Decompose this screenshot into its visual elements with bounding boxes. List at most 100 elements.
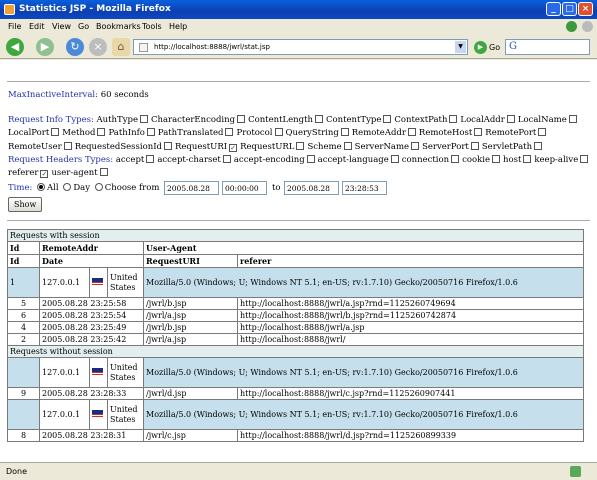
checkbox-remoteaddr[interactable]	[407, 128, 416, 136]
request-date-cell: 2005.08.28 23:25:54	[39, 309, 144, 322]
window-title: Statistics JSP - Mozilla Firefox	[19, 4, 171, 14]
checkbox-accept[interactable]	[146, 155, 155, 163]
checkbox-accept-charset[interactable]	[222, 155, 231, 163]
th-agent-cell: User-Agent	[143, 241, 584, 255]
checkbox-localname[interactable]	[568, 115, 577, 123]
radio-day[interactable]	[63, 183, 72, 191]
checkbox-cookie[interactable]	[492, 155, 500, 163]
menu-view[interactable]: View	[52, 22, 71, 31]
show-button[interactable]: Show	[8, 197, 43, 212]
checkbox-contentlength[interactable]	[315, 115, 323, 123]
checkbox-requesturl[interactable]	[296, 142, 305, 150]
section-without-session-label: Requests without session	[10, 347, 113, 356]
checkbox-label-remotehost: RemoteHost	[418, 128, 473, 138]
checkbox-label-connection: connection	[401, 155, 450, 165]
remote-addr: 127.0.0.1	[42, 410, 81, 419]
checkbox-contenttype[interactable]	[383, 115, 392, 123]
request-id: 5	[20, 299, 27, 308]
header-row-1: Id RemoteAddr User-Agent	[7, 241, 584, 255]
from-date-input[interactable]: 2005.08.28	[164, 181, 219, 195]
checkbox-serverport[interactable]	[470, 142, 479, 150]
add-icon[interactable]	[566, 21, 577, 32]
checkbox-servletpath[interactable]	[534, 142, 543, 150]
to-date-input[interactable]: 2005.08.28	[284, 181, 339, 195]
referer-link: http://localhost:8888/jwrl/a.jsp	[240, 323, 365, 332]
menu-go[interactable]: Go	[78, 22, 89, 31]
menu-tools[interactable]: Tools	[142, 22, 162, 31]
checkbox-authtype[interactable]	[139, 115, 148, 123]
go-button[interactable]: Go	[489, 43, 500, 52]
referer-cell: http://localhost:8888/jwrl/b.jsp?rnd=112…	[237, 309, 584, 322]
checkbox-connection[interactable]	[451, 155, 460, 163]
checkbox-protocol[interactable]	[274, 128, 283, 136]
checkbox-localaddr[interactable]	[506, 115, 515, 123]
url-input[interactable]: http://localhost:8888/jwrl/stat.jsp ▼	[133, 39, 468, 55]
request-date: 2005.08.28 23:25:58	[42, 299, 127, 308]
checkbox-querystring[interactable]	[340, 128, 349, 136]
request-id: 2	[20, 335, 27, 344]
radio-choose[interactable]	[94, 183, 103, 191]
to-time-input[interactable]: 23:28:53	[342, 181, 387, 195]
checkbox-scheme[interactable]	[343, 142, 352, 150]
checkbox-characterencoding[interactable]	[237, 115, 246, 123]
from-time-input[interactable]: 00:00:00	[222, 181, 267, 195]
flag-cell	[89, 267, 108, 298]
status-check-icon	[570, 466, 581, 477]
checkbox-user-agent[interactable]	[99, 168, 108, 176]
menu-file[interactable]: File	[8, 22, 21, 31]
checkbox-servername[interactable]	[411, 142, 420, 150]
th-id-cell: Id	[7, 241, 40, 255]
minimize-button[interactable]: _	[546, 2, 561, 16]
th-uri: RequestURI	[146, 256, 200, 266]
reload-icon[interactable]: ↻	[66, 38, 84, 56]
maximize-button[interactable]: □	[562, 2, 577, 16]
checkbox-label-accept-charset: accept-charset	[157, 155, 221, 165]
stop-icon[interactable]: ×	[89, 38, 107, 56]
th-referer-cell: referer	[237, 254, 584, 268]
checkbox-localport[interactable]	[51, 128, 60, 136]
checkbox-label-accept-encoding: accept-encoding	[233, 155, 305, 165]
checkbox-host[interactable]	[523, 155, 532, 163]
menu-help[interactable]: Help	[169, 22, 187, 31]
radio-day-label: Day	[73, 183, 91, 193]
section-without-session-cell: Requests without session	[7, 345, 584, 358]
checkbox-remotehost[interactable]	[474, 128, 483, 136]
checkbox-label-remoteport: RemotePort	[485, 128, 537, 138]
checkbox-requestedsessionid[interactable]	[164, 142, 172, 150]
home-icon[interactable]: ⌂	[112, 38, 130, 56]
remote-addr: 127.0.0.1	[42, 368, 81, 377]
radio-all[interactable]	[37, 183, 46, 191]
forward-icon[interactable]: ▶	[36, 38, 54, 56]
go-icon[interactable]: ▶	[474, 41, 487, 54]
checkbox-label-localname: LocalName	[517, 115, 567, 125]
th-date-cell: Date	[39, 254, 144, 268]
checkbox-requesturi[interactable]	[229, 144, 238, 152]
request-date-cell: 2005.08.28 23:28:31	[39, 429, 144, 442]
checkbox-method[interactable]	[97, 128, 106, 136]
checkbox-contextpath[interactable]	[449, 115, 458, 123]
us-flag-icon	[92, 277, 103, 286]
radio-all-label: All	[47, 183, 59, 193]
checkbox-referer[interactable]	[40, 170, 49, 178]
checkbox-label-localaddr: LocalAddr	[460, 115, 505, 125]
status-text: Done	[6, 467, 28, 476]
time-label: Time:	[8, 183, 33, 193]
menu-bookmarks[interactable]: Bookmarks	[96, 22, 141, 31]
divider	[7, 220, 590, 221]
checkbox-label-referer: referer	[8, 168, 39, 178]
checkbox-remoteuser[interactable]	[63, 142, 72, 150]
back-icon[interactable]: ◀	[6, 38, 24, 56]
close-button[interactable]: ×	[578, 2, 593, 16]
menu-edit[interactable]: Edit	[29, 22, 45, 31]
checkbox-label-cookie: cookie	[462, 155, 490, 165]
checkbox-accept-encoding[interactable]	[306, 155, 315, 163]
search-input[interactable]: G	[505, 39, 590, 55]
checkbox-remoteport[interactable]	[538, 128, 547, 136]
checkbox-pathtranslated[interactable]	[225, 128, 234, 136]
checkbox-keep-alive[interactable]	[580, 155, 589, 163]
checkbox-label-remoteuser: RemoteUser	[8, 142, 62, 152]
url-dropdown-icon[interactable]: ▼	[455, 41, 466, 53]
checkbox-accept-language[interactable]	[390, 155, 399, 163]
checkbox-pathinfo[interactable]	[146, 128, 155, 136]
request-id-cell: 9	[7, 387, 40, 400]
